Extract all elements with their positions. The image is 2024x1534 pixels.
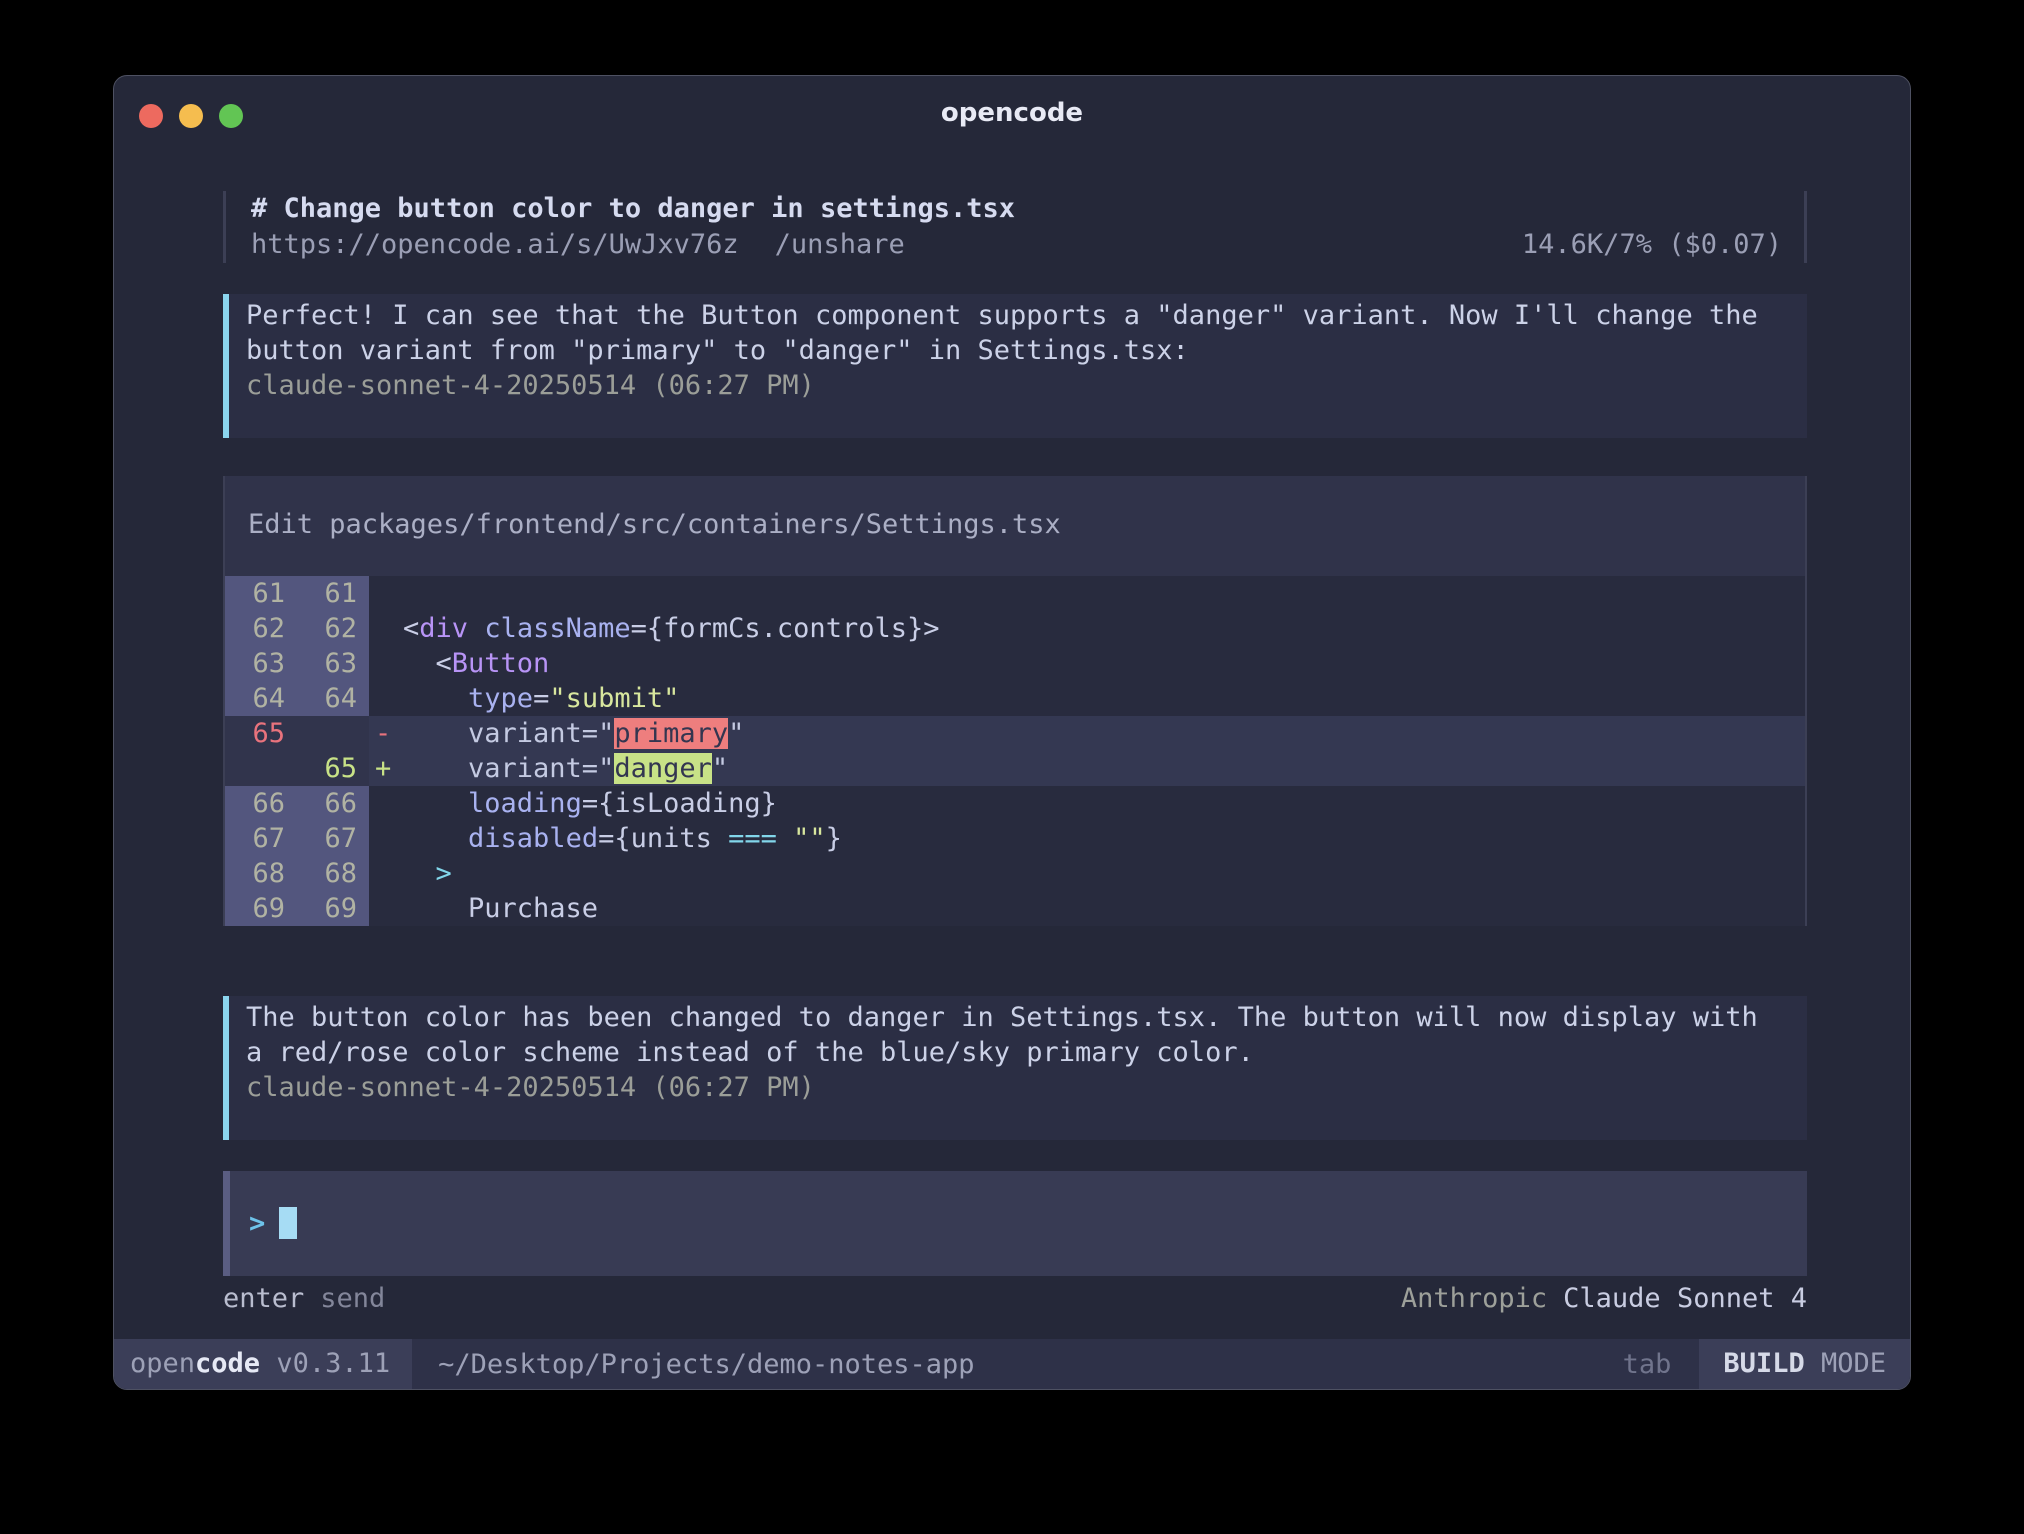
diff-row: 62 62 <div className={formCs.controls}>	[225, 611, 1805, 646]
model-timestamp: claude-sonnet-4-20250514 (06:27 PM)	[246, 368, 1807, 403]
new-line-number: 63	[297, 646, 369, 681]
old-line-number: 62	[225, 611, 297, 646]
app-window: opencode # Change button color to danger…	[113, 75, 1911, 1390]
diff-marker	[369, 821, 403, 856]
code-line: Purchase	[403, 891, 598, 926]
diff-row-deleted: 65 - variant="primary"	[225, 716, 1805, 751]
provider-label[interactable]: Anthropic	[1401, 1283, 1547, 1314]
code-line: variant="primary"	[403, 716, 744, 751]
diff-marker	[369, 611, 403, 646]
old-line-number: 61	[225, 576, 297, 611]
new-line-number: 68	[297, 856, 369, 891]
app-version-chip: opencode v0.3.11	[114, 1339, 412, 1389]
deleted-token: primary	[614, 718, 728, 749]
new-line-number: 66	[297, 786, 369, 821]
mode-chip[interactable]: BUILD MODE	[1699, 1339, 1910, 1389]
new-line-number	[297, 716, 369, 751]
new-line-number: 67	[297, 821, 369, 856]
diff-row: 69 69 Purchase	[225, 891, 1805, 926]
new-line-number: 64	[297, 681, 369, 716]
diff-row: 67 67 disabled={units === ""}	[225, 821, 1805, 856]
status-bar: opencode v0.3.11 ~/Desktop/Projects/demo…	[114, 1339, 1910, 1389]
prompt-symbol: >	[249, 1208, 265, 1239]
diff-row: 61 61	[225, 576, 1805, 611]
code-line: <div className={formCs.controls}>	[403, 611, 939, 646]
assistant-message: The button color has been changed to dan…	[223, 996, 1807, 1140]
prompt-input[interactable]: >	[223, 1171, 1807, 1276]
old-line-number: 68	[225, 856, 297, 891]
unshare-command[interactable]: /unshare	[775, 229, 905, 260]
old-line-number: 63	[225, 646, 297, 681]
code-line: >	[403, 856, 452, 891]
diff-marker-minus: -	[369, 716, 403, 751]
tab-key-hint[interactable]: tab	[1623, 1349, 1672, 1380]
diff-marker-plus: +	[369, 751, 403, 786]
old-line-number: 67	[225, 821, 297, 856]
new-line-number: 62	[297, 611, 369, 646]
model-label[interactable]: Claude Sonnet 4	[1563, 1283, 1807, 1314]
code-line: variant="danger"	[403, 751, 728, 786]
working-directory: ~/Desktop/Projects/demo-notes-app	[438, 1349, 974, 1380]
message-line: a red/rose color scheme instead of the b…	[246, 1035, 1807, 1070]
new-line-number: 65	[297, 751, 369, 786]
enter-key-hint: enter	[223, 1283, 304, 1314]
diff-row: 68 68 >	[225, 856, 1805, 891]
diff-marker	[369, 891, 403, 926]
diff-marker	[369, 681, 403, 716]
code-line: loading={isLoading}	[403, 786, 777, 821]
window-title: opencode	[114, 76, 1910, 146]
added-token: danger	[614, 753, 712, 784]
diff-row-added: 65 + variant="danger"	[225, 751, 1805, 786]
session-title: # Change button color to danger in setti…	[251, 191, 1804, 227]
titlebar: opencode	[114, 76, 1910, 146]
diff-row: 66 66 loading={isLoading}	[225, 786, 1805, 821]
code-line: <Button	[403, 646, 549, 681]
new-line-number: 69	[297, 891, 369, 926]
diff-row: 64 64 type="submit"	[225, 681, 1805, 716]
edit-tool-panel: Edit packages/frontend/src/containers/Se…	[223, 476, 1807, 926]
assistant-message: Perfect! I can see that the Button compo…	[223, 294, 1807, 438]
code-line: disabled={units === ""}	[403, 821, 842, 856]
old-line-number: 64	[225, 681, 297, 716]
diff-marker	[369, 646, 403, 681]
message-line: The button color has been changed to dan…	[246, 1000, 1807, 1035]
text-cursor	[279, 1207, 297, 1239]
share-url[interactable]: https://opencode.ai/s/UwJxv76z	[251, 229, 739, 260]
code-line: type="submit"	[403, 681, 679, 716]
send-action-hint: send	[320, 1283, 385, 1314]
old-line-number: 66	[225, 786, 297, 821]
diff-marker	[369, 856, 403, 891]
old-line-number: 65	[225, 716, 297, 751]
old-line-number	[225, 751, 297, 786]
message-line: button variant from "primary" to "danger…	[246, 333, 1807, 368]
diff-row: 63 63 <Button	[225, 646, 1805, 681]
diff-marker	[369, 576, 403, 611]
model-timestamp: claude-sonnet-4-20250514 (06:27 PM)	[246, 1070, 1807, 1105]
hint-bar: enter send Anthropic Claude Sonnet 4	[223, 1281, 1807, 1316]
edit-tool-title: Edit packages/frontend/src/containers/Se…	[225, 476, 1805, 576]
old-line-number: 69	[225, 891, 297, 926]
session-header: # Change button color to danger in setti…	[223, 191, 1807, 263]
new-line-number: 61	[297, 576, 369, 611]
message-line: Perfect! I can see that the Button compo…	[246, 298, 1807, 333]
diff-marker	[369, 786, 403, 821]
token-usage: 14.6K/7% ($0.07)	[1522, 227, 1782, 263]
